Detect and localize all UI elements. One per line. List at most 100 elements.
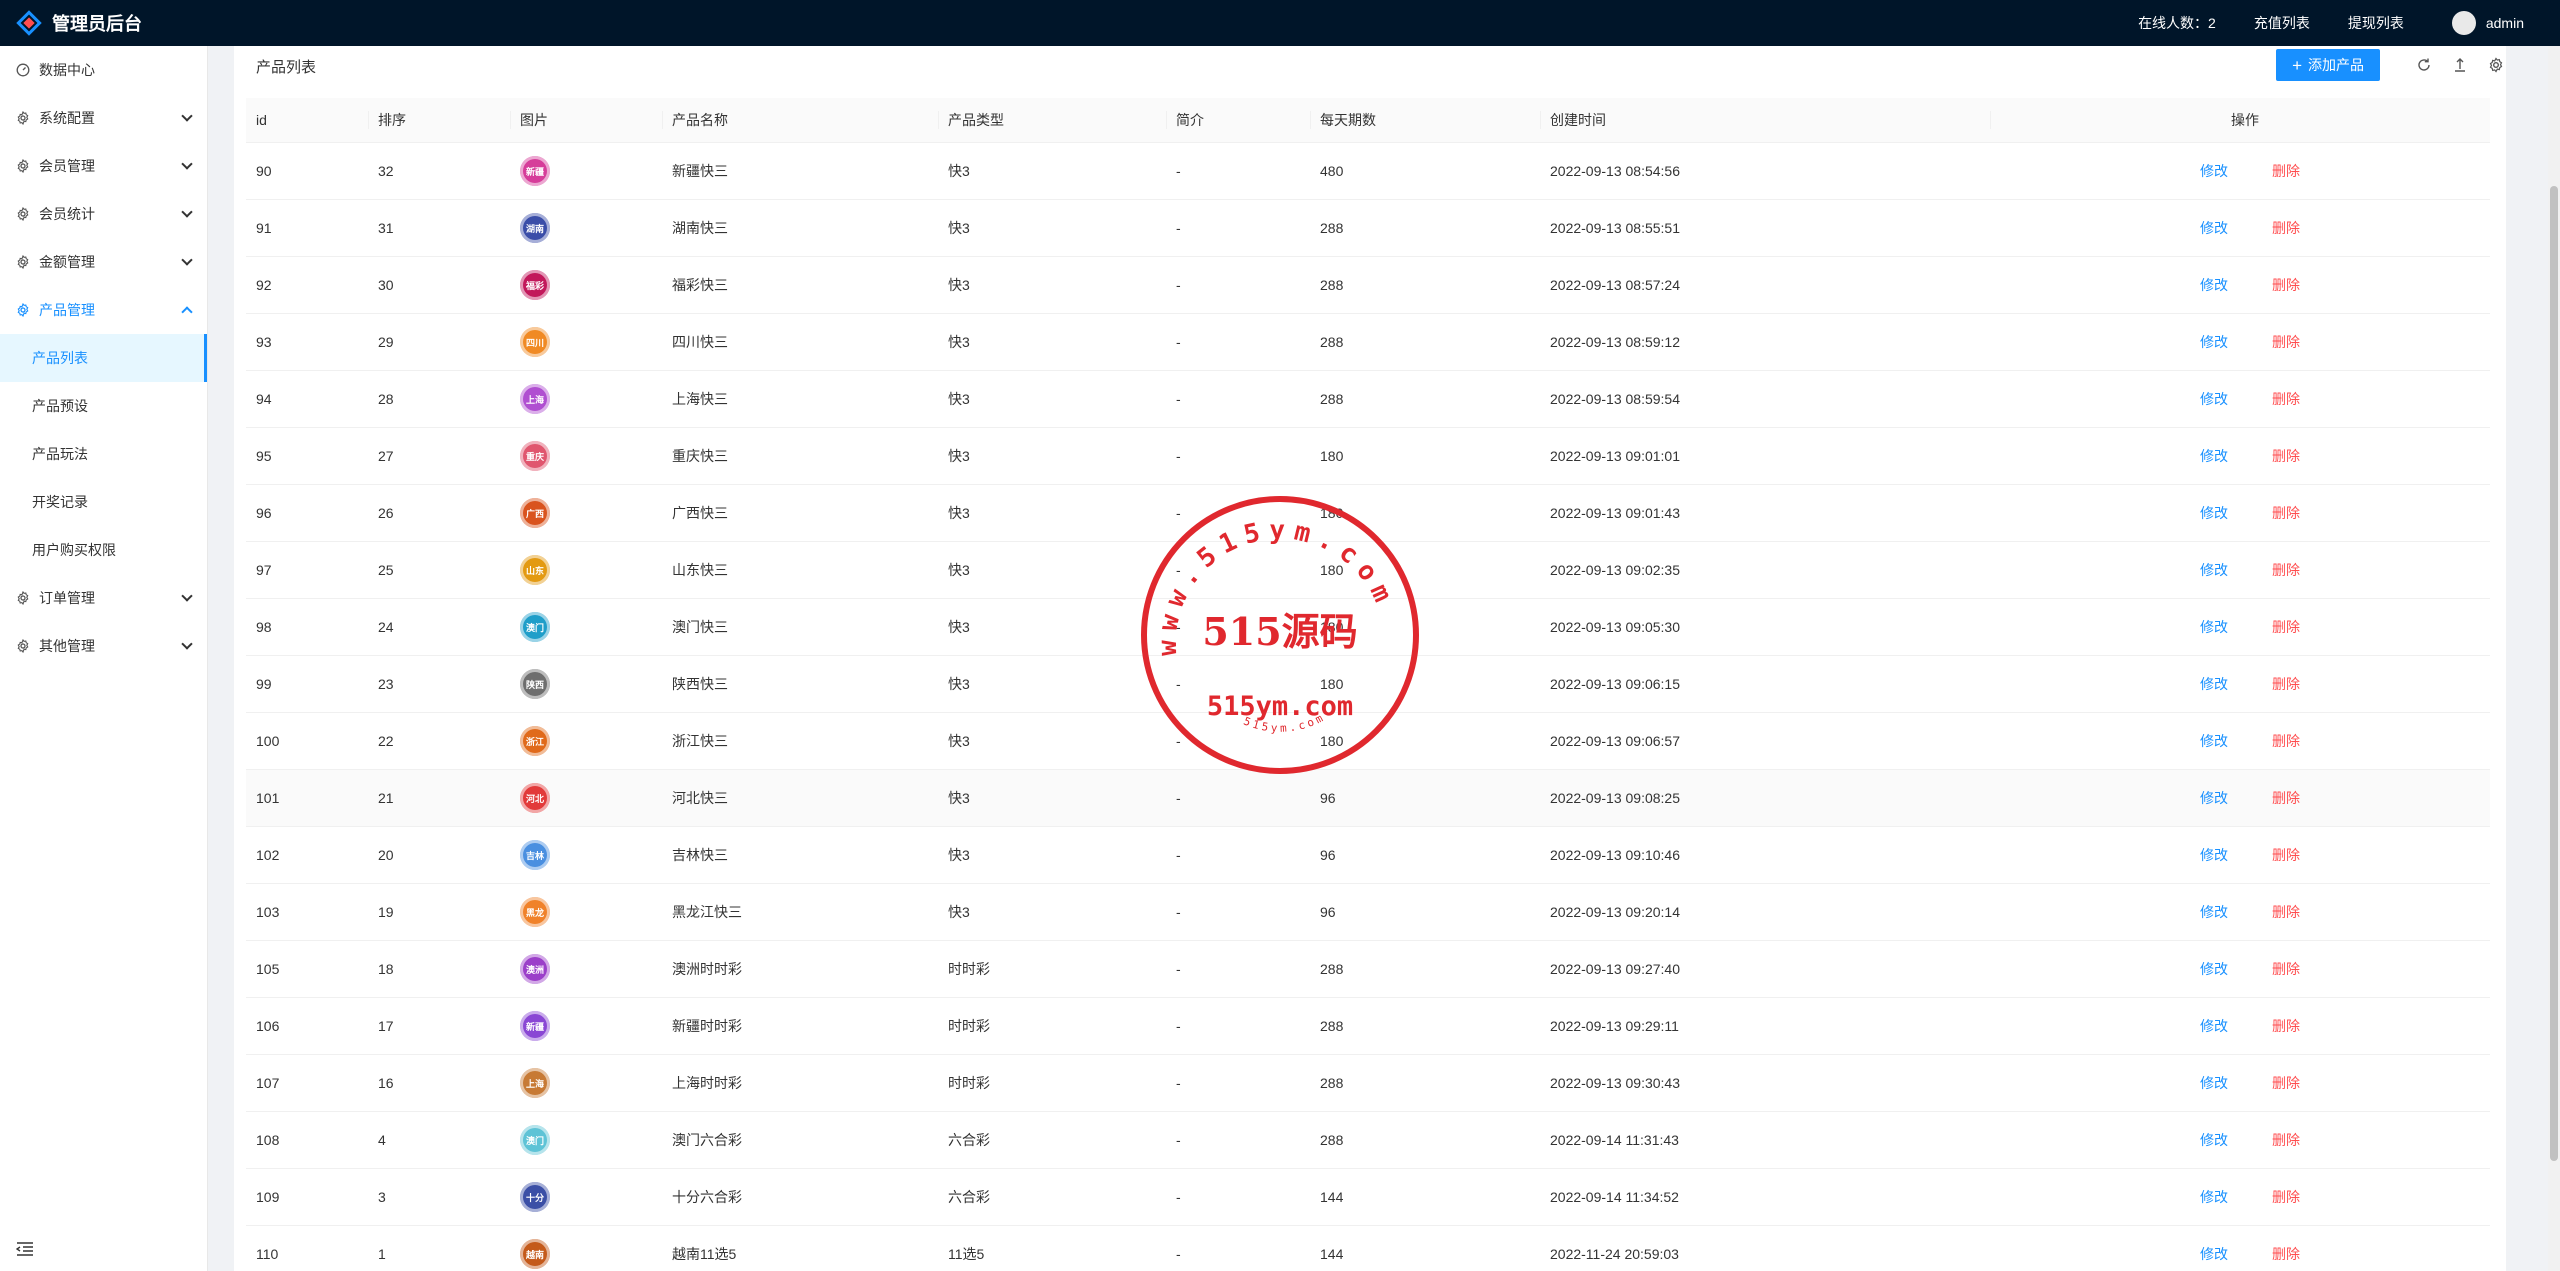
created-cell: 2022-09-13 08:57:24	[1540, 256, 1990, 314]
edit-link[interactable]: 修改	[2200, 448, 2228, 464]
delete-link[interactable]: 删除	[2272, 676, 2300, 692]
delete-link[interactable]: 删除	[2272, 1189, 2300, 1205]
edit-link[interactable]: 修改	[2200, 619, 2228, 635]
sidebar-item-3[interactable]: 会员统计	[0, 190, 207, 238]
periods-cell: 180	[1310, 655, 1540, 713]
delete-link[interactable]: 删除	[2272, 448, 2300, 464]
type-cell: 快3	[938, 598, 1166, 656]
edit-link[interactable]: 修改	[2200, 163, 2228, 179]
product-logo-icon: 广西	[520, 497, 550, 528]
delete-link[interactable]: 删除	[2272, 391, 2300, 407]
recharge-list-link[interactable]: 充值列表	[2254, 13, 2310, 33]
logo[interactable]: 管理员后台	[0, 0, 208, 46]
product-logo-icon: 越南	[520, 1238, 550, 1269]
sidebar: 数据中心 系统配置 会员管理 会员统计 金额管理 产品管理 产品列表 产品预设 产品玩法 开奖记录…	[0, 46, 208, 1271]
user-menu[interactable]: admin	[2451, 11, 2524, 35]
sidebar-item-5[interactable]: 产品管理	[0, 286, 207, 334]
refresh-icon[interactable]	[2416, 57, 2432, 73]
delete-link[interactable]: 删除	[2272, 1246, 2300, 1262]
sidebar-item-4[interactable]: 金额管理	[0, 238, 207, 286]
submenu-item-1[interactable]: 产品预设	[0, 382, 207, 430]
withdraw-list-link[interactable]: 提现列表	[2348, 13, 2404, 33]
scrollbar-thumb[interactable]	[2550, 186, 2558, 1161]
edit-link[interactable]: 修改	[2200, 1075, 2228, 1091]
edit-link[interactable]: 修改	[2200, 391, 2228, 407]
table-row: 92 30 福彩 福彩快三 快3-288 2022-09-13 08:57:24 修改 删除	[246, 256, 2490, 314]
column-height-icon[interactable]	[2452, 57, 2468, 73]
col-image-header: 图片	[510, 98, 662, 143]
delete-link[interactable]: 删除	[2272, 1018, 2300, 1034]
intro-cell: -	[1166, 1225, 1310, 1271]
delete-link[interactable]: 删除	[2272, 733, 2300, 749]
edit-link[interactable]: 修改	[2200, 676, 2228, 692]
sidebar-item-1[interactable]: 系统配置	[0, 94, 207, 142]
sort-cell: 27	[368, 427, 510, 485]
table-row: 96 26 广西 广西快三 快3-180 2022-09-13 09:01:43 修改 删除	[246, 484, 2490, 542]
id-cell: 105	[246, 940, 368, 998]
edit-link[interactable]: 修改	[2200, 733, 2228, 749]
delete-link[interactable]: 删除	[2272, 961, 2300, 977]
delete-link[interactable]: 删除	[2272, 163, 2300, 179]
product-logo-icon: 新疆	[520, 155, 550, 186]
actions-cell: 修改 删除	[1990, 256, 2490, 314]
delete-link[interactable]: 删除	[2272, 619, 2300, 635]
submenu-item-0[interactable]: 产品列表	[0, 334, 207, 382]
type-cell: 快3	[938, 370, 1166, 428]
name-cell: 河北快三	[662, 769, 938, 827]
actions-cell: 修改 删除	[1990, 883, 2490, 941]
edit-link[interactable]: 修改	[2200, 334, 2228, 350]
sidebar-item-6[interactable]: 订单管理	[0, 574, 207, 622]
id-cell: 102	[246, 826, 368, 884]
edit-link[interactable]: 修改	[2200, 505, 2228, 521]
delete-link[interactable]: 删除	[2272, 277, 2300, 293]
submenu-item-3[interactable]: 开奖记录	[0, 478, 207, 526]
image-cell: 陕西	[510, 655, 662, 713]
edit-link[interactable]: 修改	[2200, 1189, 2228, 1205]
actions-cell: 修改 删除	[1990, 370, 2490, 428]
delete-link[interactable]: 删除	[2272, 1075, 2300, 1091]
edit-link[interactable]: 修改	[2200, 961, 2228, 977]
product-logo-icon: 澳洲	[520, 953, 550, 984]
menu-collapse-icon[interactable]	[15, 1241, 34, 1257]
product-logo-icon: 吉林	[520, 839, 550, 870]
vertical-scrollbar[interactable]	[2548, 46, 2560, 1271]
type-cell: 快3	[938, 313, 1166, 371]
periods-cell: 96	[1310, 883, 1540, 941]
delete-link[interactable]: 删除	[2272, 505, 2300, 521]
submenu-item-4[interactable]: 用户购买权限	[0, 526, 207, 574]
edit-link[interactable]: 修改	[2200, 1246, 2228, 1262]
chevron-down-icon	[181, 158, 193, 170]
delete-link[interactable]: 删除	[2272, 220, 2300, 236]
created-cell: 2022-09-13 09:06:57	[1540, 712, 1990, 770]
actions-cell: 修改 删除	[1990, 541, 2490, 599]
delete-link[interactable]: 删除	[2272, 790, 2300, 806]
edit-link[interactable]: 修改	[2200, 847, 2228, 863]
name-cell: 上海时时彩	[662, 1054, 938, 1112]
add-product-label: 添加产品	[2308, 57, 2364, 73]
intro-cell: -	[1166, 1054, 1310, 1112]
delete-link[interactable]: 删除	[2272, 562, 2300, 578]
delete-link[interactable]: 删除	[2272, 1132, 2300, 1148]
edit-link[interactable]: 修改	[2200, 790, 2228, 806]
add-product-button[interactable]: + 添加产品	[2276, 49, 2380, 81]
edit-link[interactable]: 修改	[2200, 904, 2228, 920]
name-cell: 十分六合彩	[662, 1168, 938, 1226]
edit-link[interactable]: 修改	[2200, 1018, 2228, 1034]
logo-icon	[16, 10, 42, 36]
submenu-item-2[interactable]: 产品玩法	[0, 430, 207, 478]
delete-link[interactable]: 删除	[2272, 847, 2300, 863]
edit-link[interactable]: 修改	[2200, 562, 2228, 578]
edit-link[interactable]: 修改	[2200, 220, 2228, 236]
product-logo-icon: 河北	[520, 782, 550, 813]
delete-link[interactable]: 删除	[2272, 334, 2300, 350]
edit-link[interactable]: 修改	[2200, 277, 2228, 293]
table-row: 90 32 新疆 新疆快三 快3-480 2022-09-13 08:54:56 修改 删除	[246, 142, 2490, 200]
sidebar-item-0[interactable]: 数据中心	[0, 46, 207, 94]
name-cell: 新疆快三	[662, 142, 938, 200]
sidebar-item-2[interactable]: 会员管理	[0, 142, 207, 190]
edit-link[interactable]: 修改	[2200, 1132, 2228, 1148]
settings-gear-icon[interactable]	[2488, 57, 2504, 73]
intro-cell: -	[1166, 655, 1310, 713]
sidebar-item-7[interactable]: 其他管理	[0, 622, 207, 670]
delete-link[interactable]: 删除	[2272, 904, 2300, 920]
